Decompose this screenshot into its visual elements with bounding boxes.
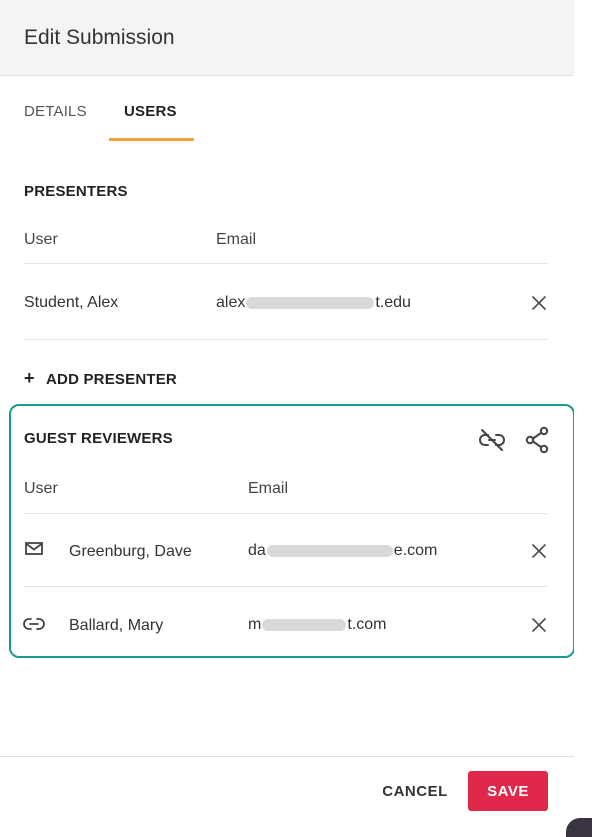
redacted-email-blur — [246, 296, 375, 309]
tab-users[interactable]: USERS — [124, 103, 177, 120]
cancel-button[interactable]: CANCEL — [372, 772, 458, 810]
remove-guest-reviewer-button[interactable] — [530, 542, 548, 560]
footer-divider — [0, 756, 574, 757]
guest-reviewers-heading: GUEST REVIEWERS — [24, 430, 173, 447]
add-presenter-label: ADD PRESENTER — [46, 371, 177, 388]
share-button[interactable] — [525, 426, 551, 459]
unlink-icon — [479, 429, 505, 451]
guest-reviewer-email: da e.com — [248, 542, 438, 559]
dialog-title: Edit Submission — [24, 26, 175, 49]
redacted-email-blur — [266, 544, 393, 557]
guest-reviewer-email: m t.com — [248, 616, 387, 633]
presenters-heading: PRESENTERS — [24, 183, 128, 200]
plus-icon: + — [24, 368, 35, 388]
dialog-header: Edit Submission — [0, 0, 574, 76]
presenter-name: Student, Alex — [24, 294, 119, 311]
guest-user-column: User — [24, 480, 58, 497]
tab-bar: DETAILS USERS — [0, 76, 574, 146]
active-tab-indicator — [109, 138, 194, 141]
close-icon — [532, 544, 546, 558]
link-icon — [23, 617, 45, 636]
divider — [24, 263, 548, 264]
presenter-email: alex t.edu — [216, 294, 411, 311]
presenters-user-column: User — [24, 231, 58, 248]
backdrop-corner — [566, 818, 592, 837]
close-icon — [532, 618, 546, 632]
remove-presenter-button[interactable] — [530, 294, 548, 312]
tab-details[interactable]: DETAILS — [24, 103, 87, 120]
guest-reviewer-name: Greenburg, Dave — [69, 543, 192, 560]
share-icon — [525, 426, 549, 454]
guest-reviewer-name: Ballard, Mary — [69, 617, 164, 634]
divider — [24, 513, 548, 514]
add-presenter-button[interactable]: + ADD PRESENTER — [24, 368, 177, 389]
save-button[interactable]: SAVE — [468, 771, 548, 811]
divider — [24, 339, 548, 340]
mail-icon — [24, 541, 44, 562]
redacted-email-blur — [262, 618, 347, 631]
presenters-email-column: Email — [216, 231, 257, 248]
unlink-button[interactable] — [478, 427, 506, 458]
dialog-edge — [574, 0, 592, 837]
guest-email-column: Email — [248, 480, 289, 497]
close-icon — [532, 296, 546, 310]
divider — [24, 586, 548, 587]
remove-guest-reviewer-button[interactable] — [530, 616, 548, 634]
